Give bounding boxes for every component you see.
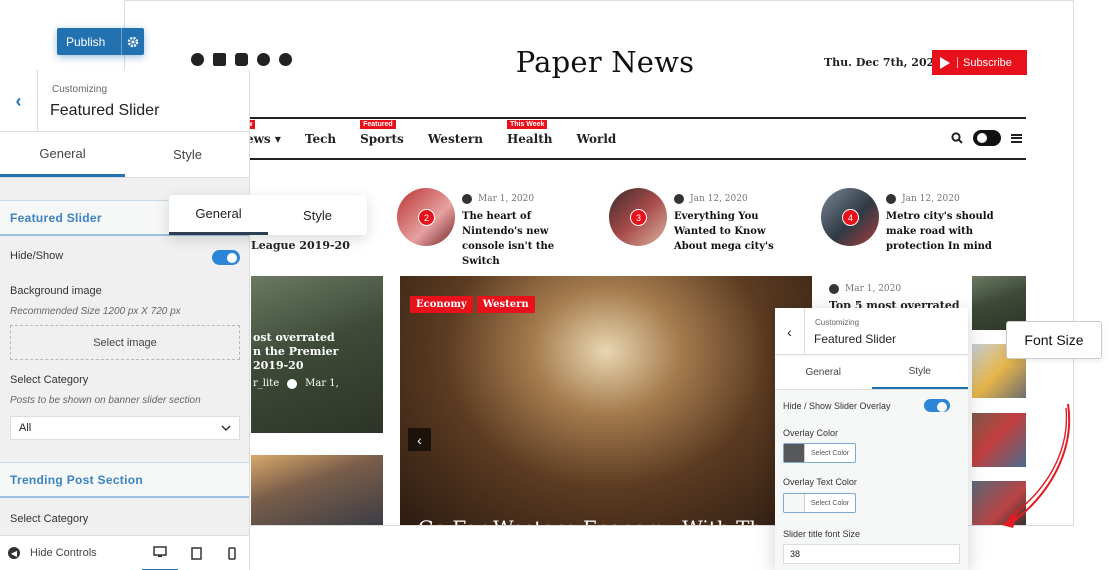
search-icon[interactable] xyxy=(951,132,963,144)
tab-style[interactable]: Style xyxy=(125,132,249,177)
tab-general[interactable]: General xyxy=(0,132,125,177)
play-icon xyxy=(940,56,950,69)
customizer-panel: ‹ Customizing Featured Slider General St… xyxy=(0,70,250,570)
font-size-input[interactable]: 38 xyxy=(783,544,960,564)
trending-title[interactable]: Metro city's should make road with prote… xyxy=(886,209,1011,254)
slider-tag[interactable]: Western xyxy=(476,296,535,313)
trending-number: 2 xyxy=(418,209,435,226)
publish-button[interactable]: Publish xyxy=(57,28,144,55)
font-size-callout: Font Size xyxy=(1006,321,1102,359)
overlay-toggle[interactable] xyxy=(924,399,950,412)
trending-number: 3 xyxy=(630,209,647,226)
collapse-icon: ◀ xyxy=(8,547,20,559)
clock-icon xyxy=(674,194,684,204)
nav-item-world[interactable]: World xyxy=(577,132,617,146)
subscribe-button[interactable]: Subscribe xyxy=(932,50,1027,75)
panel-tabs: General Style xyxy=(0,132,249,178)
hide-show-label: Hide/Show xyxy=(10,250,64,262)
featured-slider[interactable]: Economy Western ‹ Go For Western Economy… xyxy=(400,276,812,525)
overlay-toggle-label: Hide / Show Slider Overlay xyxy=(783,401,891,411)
nav-top-border xyxy=(230,117,1026,119)
background-image-note: Recommended Size 1200 px X 720 px xyxy=(10,306,181,317)
tab-style[interactable]: Style xyxy=(268,195,367,235)
back-button[interactable]: ‹ xyxy=(0,70,38,132)
popup-title: Featured Slider xyxy=(814,332,897,346)
panel-title: Featured Slider xyxy=(50,102,160,119)
hide-show-toggle[interactable] xyxy=(212,250,240,265)
nav-item-tech[interactable]: Tech xyxy=(305,132,336,146)
twitter-icon[interactable] xyxy=(213,53,226,66)
select-image-button[interactable]: Select image xyxy=(10,325,240,360)
mobile-preview-icon[interactable] xyxy=(214,536,249,570)
slider-prev-button[interactable]: ‹ xyxy=(408,428,431,451)
clock-icon xyxy=(287,378,298,389)
facebook-icon[interactable] xyxy=(191,53,204,66)
overlay-text-color-picker[interactable]: Select Color xyxy=(783,493,857,513)
post-card-image[interactable] xyxy=(251,455,383,525)
menu-icon[interactable] xyxy=(1011,133,1022,143)
background-image-label: Background image xyxy=(10,285,102,297)
panel-context: Customizing xyxy=(52,84,108,95)
panel-header: ‹ Customizing Featured Slider xyxy=(0,70,249,132)
main-nav: New News ▾ Tech Featured Sports Western … xyxy=(235,120,640,146)
nav-icons xyxy=(951,130,1022,146)
nav-item-sports[interactable]: Featured Sports xyxy=(360,120,404,146)
pinterest-icon[interactable] xyxy=(257,53,270,66)
nav-tag: This Week xyxy=(506,120,548,129)
section-trending-post[interactable]: Trending Post Section xyxy=(0,462,249,498)
slider-tag[interactable]: Economy xyxy=(410,296,473,313)
nav-bottom-border xyxy=(230,158,1026,160)
chevron-left-icon: ‹ xyxy=(787,323,792,340)
header-date: Thu. Dec 7th, 2023 xyxy=(824,56,942,69)
nav-item-western[interactable]: Western xyxy=(428,132,483,146)
clock-icon xyxy=(462,194,472,204)
desktop-preview-icon[interactable] xyxy=(142,536,178,570)
floating-tabs: General Style xyxy=(169,195,367,235)
tab-general[interactable]: General xyxy=(775,356,872,389)
subscribe-label: Subscribe xyxy=(963,56,1012,69)
category-select[interactable]: All xyxy=(10,416,240,440)
nav-tag: Featured xyxy=(360,120,396,129)
back-button[interactable]: ‹ xyxy=(775,308,805,355)
select-category-label: Select Category xyxy=(10,374,89,386)
gear-icon[interactable] xyxy=(122,36,144,48)
clock-icon xyxy=(886,194,896,204)
tab-style[interactable]: Style xyxy=(871,356,968,389)
slider-caption[interactable]: Go For Western Economy With Th xyxy=(418,516,762,525)
chevron-left-icon: ‹ xyxy=(15,90,22,111)
category-note: Posts to be shown on banner slider secti… xyxy=(10,395,201,406)
curved-arrow-icon xyxy=(1002,403,1071,528)
tablet-preview-icon[interactable] xyxy=(178,536,214,570)
trending-title[interactable]: The heart of Nintendo's new console isn'… xyxy=(462,209,587,269)
hide-controls-button[interactable]: ◀ Hide Controls xyxy=(0,547,142,559)
site-title[interactable]: Paper News xyxy=(505,45,705,79)
select-category-label: Select Category xyxy=(10,513,89,525)
trending-title[interactable]: Everything You Wanted to Know About mega… xyxy=(674,209,799,254)
trending-number: 4 xyxy=(842,209,859,226)
instagram-icon[interactable] xyxy=(235,53,248,66)
social-icons xyxy=(191,53,292,66)
dark-mode-toggle[interactable] xyxy=(973,130,1001,146)
style-popup: ‹ Customizing Featured Slider General St… xyxy=(775,308,968,570)
chevron-down-icon xyxy=(221,425,231,431)
trending-title-partial[interactable]: League 2019-20 xyxy=(251,239,350,252)
clock-icon xyxy=(829,284,839,294)
telegram-icon[interactable] xyxy=(279,53,292,66)
overlay-color-picker[interactable]: Select Color xyxy=(783,443,857,463)
tab-general[interactable]: General xyxy=(169,195,268,235)
post-card-image[interactable]: ost overrated n the Premier 2019-20 r_li… xyxy=(251,276,383,433)
panel-footer: ◀ Hide Controls xyxy=(0,535,249,570)
nav-item-health[interactable]: This Week Health xyxy=(506,120,553,146)
